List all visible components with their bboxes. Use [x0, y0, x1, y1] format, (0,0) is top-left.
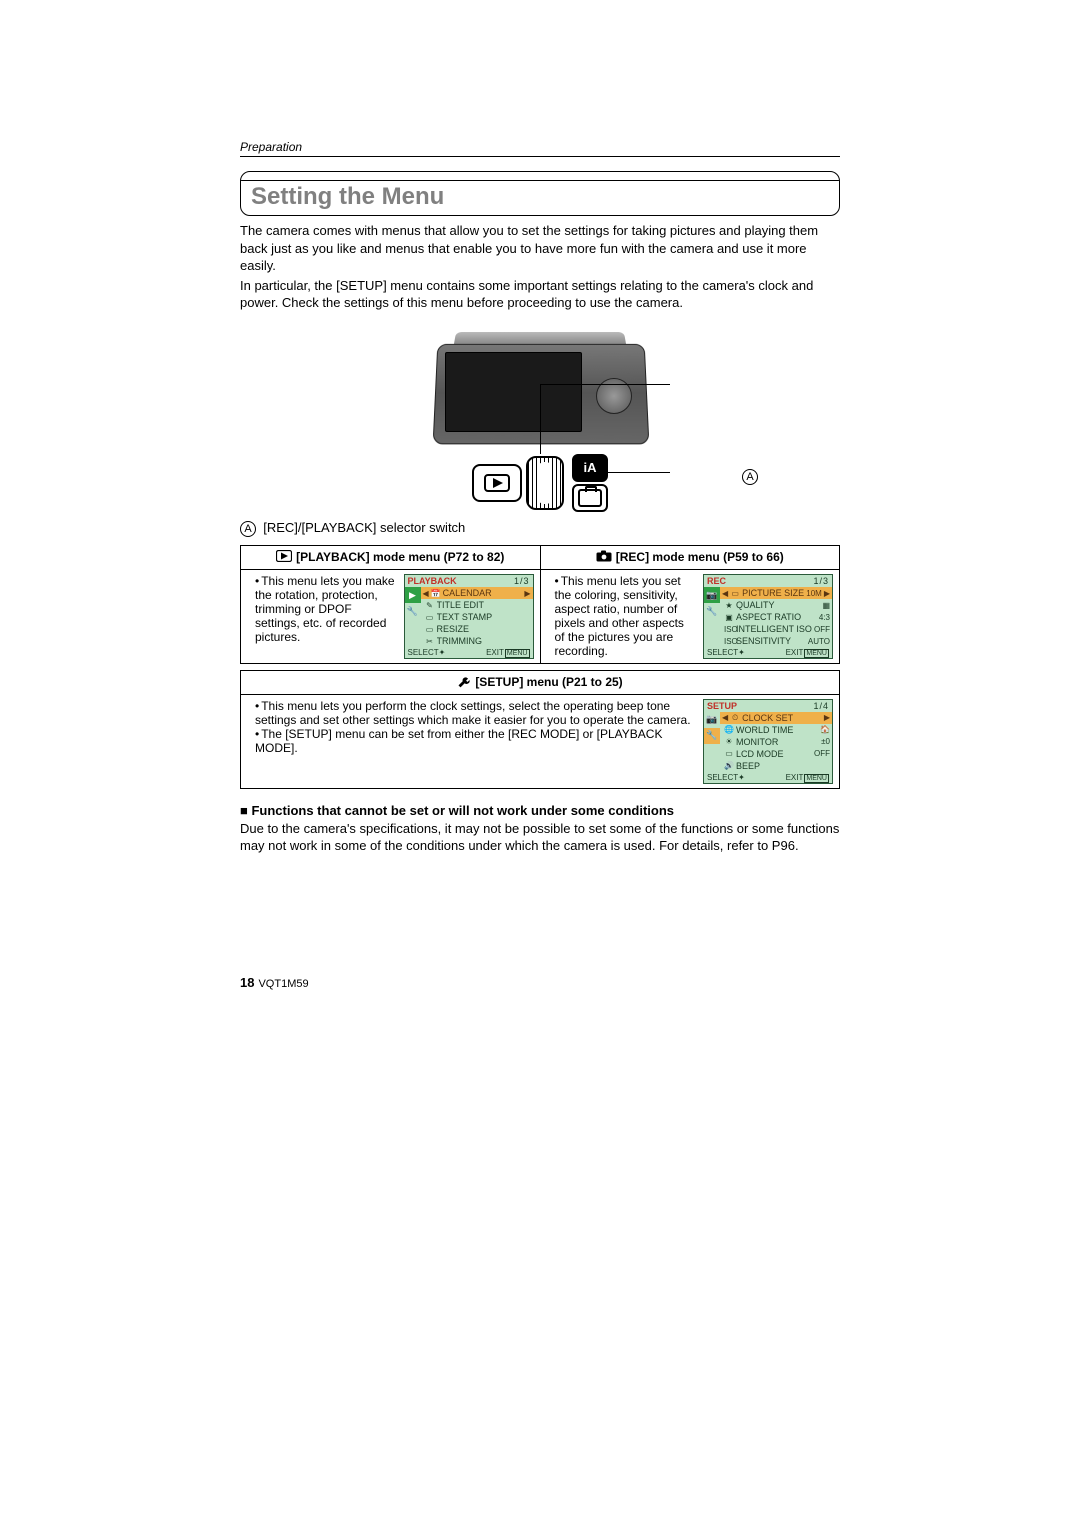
lcd-menu-item: ▣ASPECT RATIO4:3: [720, 611, 832, 623]
rec-desc: This menu lets you set the coloring, sen…: [555, 574, 698, 658]
lcd-menu-item: ISOSENSITIVITYAUTO: [720, 635, 832, 647]
setup-desc-2: The [SETUP] menu can be set from either …: [255, 727, 691, 755]
camera-illustration: A iA: [240, 324, 840, 512]
lcd-menu-item: 🔊BEEP: [720, 760, 832, 772]
lcd-menu-item: ▭TEXT STAMP: [421, 611, 533, 623]
functions-body: Due to the camera's specifications, it m…: [240, 820, 840, 855]
lcd-rec: REC1/3 📷 🔧 ◀▭PICTURE SIZE10M▶★QUALITY▦▣A…: [703, 574, 833, 659]
callout-a-marker: A: [742, 468, 758, 485]
intro-paragraph-1: The camera comes with menus that allow y…: [240, 222, 840, 275]
lcd-menu-item: ✎TITLE EDIT: [421, 599, 533, 611]
playback-switch-icon: [472, 464, 522, 502]
rec-tab-icon: 📷: [704, 587, 720, 603]
lcd-menu-item: ◀⏲CLOCK SET▶: [720, 712, 832, 724]
ia-mode-icon: iA: [572, 454, 608, 482]
playback-desc: This menu lets you make the rotation, pr…: [255, 574, 398, 644]
page-title: Setting the Menu: [251, 183, 444, 210]
setup-tab-icon: 🔧: [704, 728, 720, 744]
lcd-playback: PLAYBACK1/3 ▶ 🔧 ◀📅CALENDAR▶✎TITLE EDIT▭T…: [404, 574, 534, 659]
mode-slider: [526, 456, 564, 510]
section-label: Preparation: [240, 140, 840, 157]
lcd-menu-item: ▭RESIZE: [421, 623, 533, 635]
switch-caption: A [REC]/[PLAYBACK] selector switch: [240, 520, 840, 537]
setup-menu-table: [SETUP] menu (P21 to 25) This menu lets …: [240, 670, 840, 789]
setup-desc-1: This menu lets you perform the clock set…: [255, 699, 691, 727]
lcd-menu-item: ✂TRIMMING: [421, 635, 533, 647]
lcd-menu-item: ▭LCD MODEOFF: [720, 748, 832, 760]
setup-header: [SETUP] menu (P21 to 25): [475, 675, 622, 689]
lcd-menu-item: ◀📅CALENDAR▶: [421, 587, 533, 599]
intro-paragraph-2: In particular, the [SETUP] menu contains…: [240, 277, 840, 312]
rec-tab-icon: 📷: [704, 712, 720, 728]
page-footer: 18VQT1M59: [240, 975, 840, 990]
lcd-setup: SETUP1/4 📷 🔧 ◀⏲CLOCK SET▶🌐WORLD TIME🏠☀MO…: [703, 699, 833, 784]
rec-header: [REC] mode menu (P59 to 66): [616, 550, 784, 564]
lcd-menu-item: ISOINTELLIGENT ISOOFF: [720, 623, 832, 635]
camera-mode-icon: [572, 484, 608, 512]
setup-tab-icon: 🔧: [405, 603, 421, 619]
setup-tab-icon: 🔧: [704, 603, 720, 619]
functions-heading: Functions that cannot be set or will not…: [240, 803, 840, 818]
lcd-menu-item: ◀▭PICTURE SIZE10M▶: [720, 587, 832, 599]
title-box: Setting the Menu: [240, 171, 840, 216]
wrench-icon: [457, 676, 471, 690]
lcd-menu-item: 🌐WORLD TIME🏠: [720, 724, 832, 736]
lcd-menu-item: ★QUALITY▦: [720, 599, 832, 611]
mode-menu-table: [PLAYBACK] mode menu (P72 to 82) [REC] m…: [240, 545, 840, 664]
camera-icon: [596, 550, 612, 565]
playback-icon: [276, 550, 292, 565]
playback-header: [PLAYBACK] mode menu (P72 to 82): [296, 550, 504, 564]
lcd-menu-item: ☀MONITOR±0: [720, 736, 832, 748]
playback-tab-icon: ▶: [405, 587, 421, 603]
